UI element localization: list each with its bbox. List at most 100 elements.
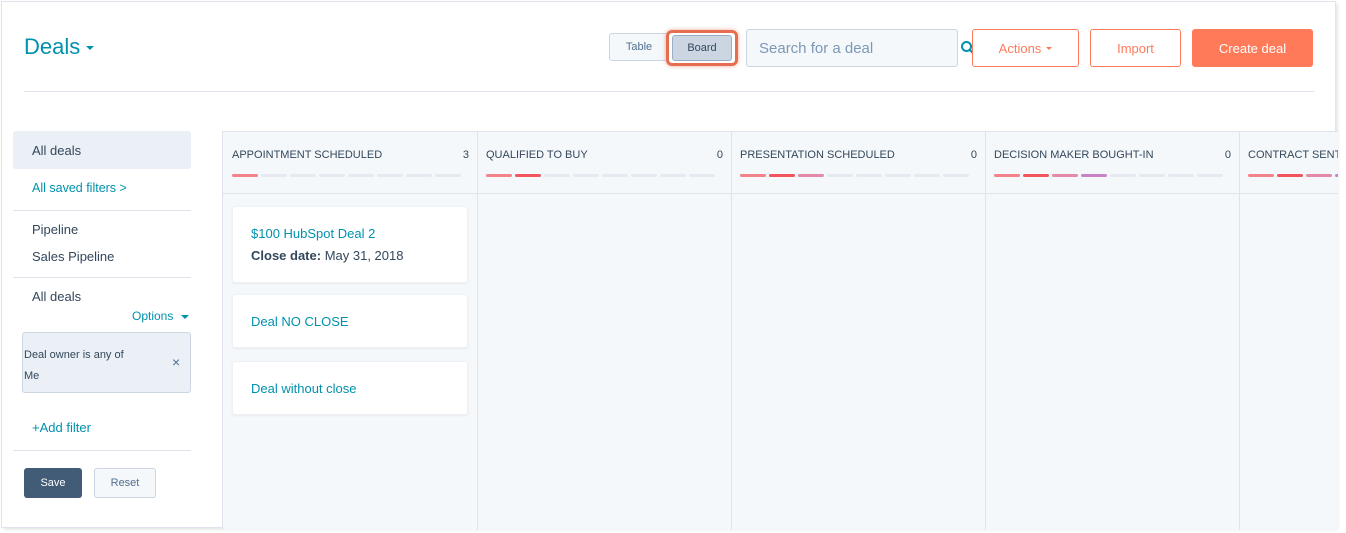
stage-progress xyxy=(232,174,461,177)
divider xyxy=(13,450,191,451)
progress-segment xyxy=(1139,174,1165,177)
import-button[interactable]: Import xyxy=(1090,29,1181,67)
options-dropdown[interactable]: Options xyxy=(132,309,190,323)
view-toggle: Table xyxy=(609,33,669,61)
progress-segment xyxy=(943,174,969,177)
column-title: PRESENTATION SCHEDULED xyxy=(740,149,895,161)
deal-board: APPOINTMENT SCHEDULED 3 $100 HubSpot Deal … xyxy=(222,131,1338,530)
progress-segment xyxy=(1110,174,1136,177)
progress-segment xyxy=(406,174,432,177)
progress-segment xyxy=(1023,174,1049,177)
close-date-label: Close date: xyxy=(251,248,322,263)
deal-card[interactable]: $100 HubSpot Deal 2 Close date: May 31, 2… xyxy=(232,206,468,283)
progress-segment xyxy=(544,174,570,177)
column-header: APPOINTMENT SCHEDULED 3 xyxy=(223,132,477,194)
chevron-down-icon xyxy=(86,46,95,50)
save-button[interactable]: Save xyxy=(24,468,82,498)
column-count: 0 xyxy=(970,149,977,161)
stage-progress xyxy=(994,174,1223,177)
progress-segment xyxy=(319,174,345,177)
close-date-value: May 31, 2018 xyxy=(324,248,404,263)
progress-segment xyxy=(1277,174,1303,177)
progress-segment xyxy=(1168,174,1194,177)
column-title: QUALIFIED TO BUY xyxy=(486,149,588,161)
progress-segment xyxy=(994,174,1020,177)
progress-segment xyxy=(914,174,940,177)
add-filter-link[interactable]: +Add filter xyxy=(32,420,91,435)
progress-segment xyxy=(631,174,657,177)
sidebar-item-label: All deals xyxy=(32,143,82,158)
progress-segment xyxy=(769,174,795,177)
column-count: 0 xyxy=(716,149,723,161)
filter-text: Deal owner is any of Me xyxy=(24,345,144,387)
board-column: APPOINTMENT SCHEDULED 3 $100 HubSpot Deal … xyxy=(223,132,478,530)
board-column: CONTRACT SENT xyxy=(1239,132,1338,530)
column-title: CONTRACT SENT xyxy=(1248,149,1338,161)
progress-segment xyxy=(1306,174,1332,177)
page-title: Deals xyxy=(24,34,81,59)
deal-card[interactable]: Deal NO CLOSE xyxy=(232,294,468,348)
stage-progress xyxy=(1248,174,1338,177)
deal-card[interactable]: Deal without close xyxy=(232,361,468,415)
progress-segment xyxy=(261,174,287,177)
close-date: Close date: May 31, 2018 xyxy=(251,248,403,263)
progress-segment xyxy=(515,174,541,177)
progress-segment xyxy=(1335,174,1338,177)
board-column: DECISION MAKER BOUGHT-IN 0 xyxy=(985,132,1240,530)
progress-segment xyxy=(798,174,824,177)
pipeline-label: Pipeline xyxy=(32,222,79,237)
pipeline-select[interactable]: Sales Pipeline xyxy=(32,249,114,264)
board-view-highlight: Board xyxy=(666,30,738,66)
progress-segment xyxy=(689,174,715,177)
board-column: QUALIFIED TO BUY 0 xyxy=(477,132,732,530)
progress-segment xyxy=(573,174,599,177)
column-title: DECISION MAKER BOUGHT-IN xyxy=(994,149,1154,161)
column-count: 0 xyxy=(1224,149,1231,161)
column-title: APPOINTMENT SCHEDULED xyxy=(232,149,383,161)
column-header: DECISION MAKER BOUGHT-IN 0 xyxy=(985,132,1239,194)
deal-name-link[interactable]: $100 HubSpot Deal 2 xyxy=(251,226,375,241)
column-count: 3 xyxy=(462,149,469,161)
divider xyxy=(13,277,191,278)
chevron-down-icon xyxy=(1046,46,1053,50)
filter-value: Me xyxy=(24,370,40,382)
board-view-button[interactable]: Board xyxy=(672,35,732,61)
divider xyxy=(13,210,191,211)
header-divider xyxy=(24,91,1314,92)
stage-progress xyxy=(740,174,969,177)
progress-segment xyxy=(740,174,766,177)
view-name: All deals xyxy=(32,289,82,304)
page-title-dropdown[interactable]: Deals xyxy=(24,34,95,60)
progress-segment xyxy=(435,174,461,177)
deal-name-link[interactable]: Deal without close xyxy=(251,381,357,396)
column-header: PRESENTATION SCHEDULED 0 xyxy=(731,132,985,194)
actions-label: Actions xyxy=(998,40,1042,56)
column-header: CONTRACT SENT xyxy=(1239,132,1338,194)
options-label: Options xyxy=(132,309,174,323)
progress-segment xyxy=(486,174,512,177)
progress-segment xyxy=(856,174,882,177)
progress-segment xyxy=(1052,174,1078,177)
progress-segment xyxy=(1248,174,1274,177)
progress-segment xyxy=(290,174,316,177)
progress-segment xyxy=(1081,174,1107,177)
progress-segment xyxy=(827,174,853,177)
progress-segment xyxy=(232,174,258,177)
search-input[interactable] xyxy=(757,38,960,58)
saved-filters-link[interactable]: All saved filters > xyxy=(32,181,127,195)
filter-condition: Deal owner is any of xyxy=(24,349,124,361)
actions-button[interactable]: Actions xyxy=(972,29,1079,67)
reset-button[interactable]: Reset xyxy=(94,468,156,498)
table-view-button[interactable]: Table xyxy=(609,33,669,61)
close-icon[interactable]: × xyxy=(172,354,180,370)
progress-segment xyxy=(885,174,911,177)
deal-name-link[interactable]: Deal NO CLOSE xyxy=(251,314,349,329)
progress-segment xyxy=(348,174,374,177)
board-column: PRESENTATION SCHEDULED 0 xyxy=(731,132,986,530)
create-deal-button[interactable]: Create deal xyxy=(1192,29,1313,67)
progress-segment xyxy=(660,174,686,177)
progress-segment xyxy=(377,174,403,177)
app-window: Deals Table Board Actions Import Create … xyxy=(2,2,1338,530)
progress-segment xyxy=(602,174,628,177)
stage-progress xyxy=(486,174,715,177)
